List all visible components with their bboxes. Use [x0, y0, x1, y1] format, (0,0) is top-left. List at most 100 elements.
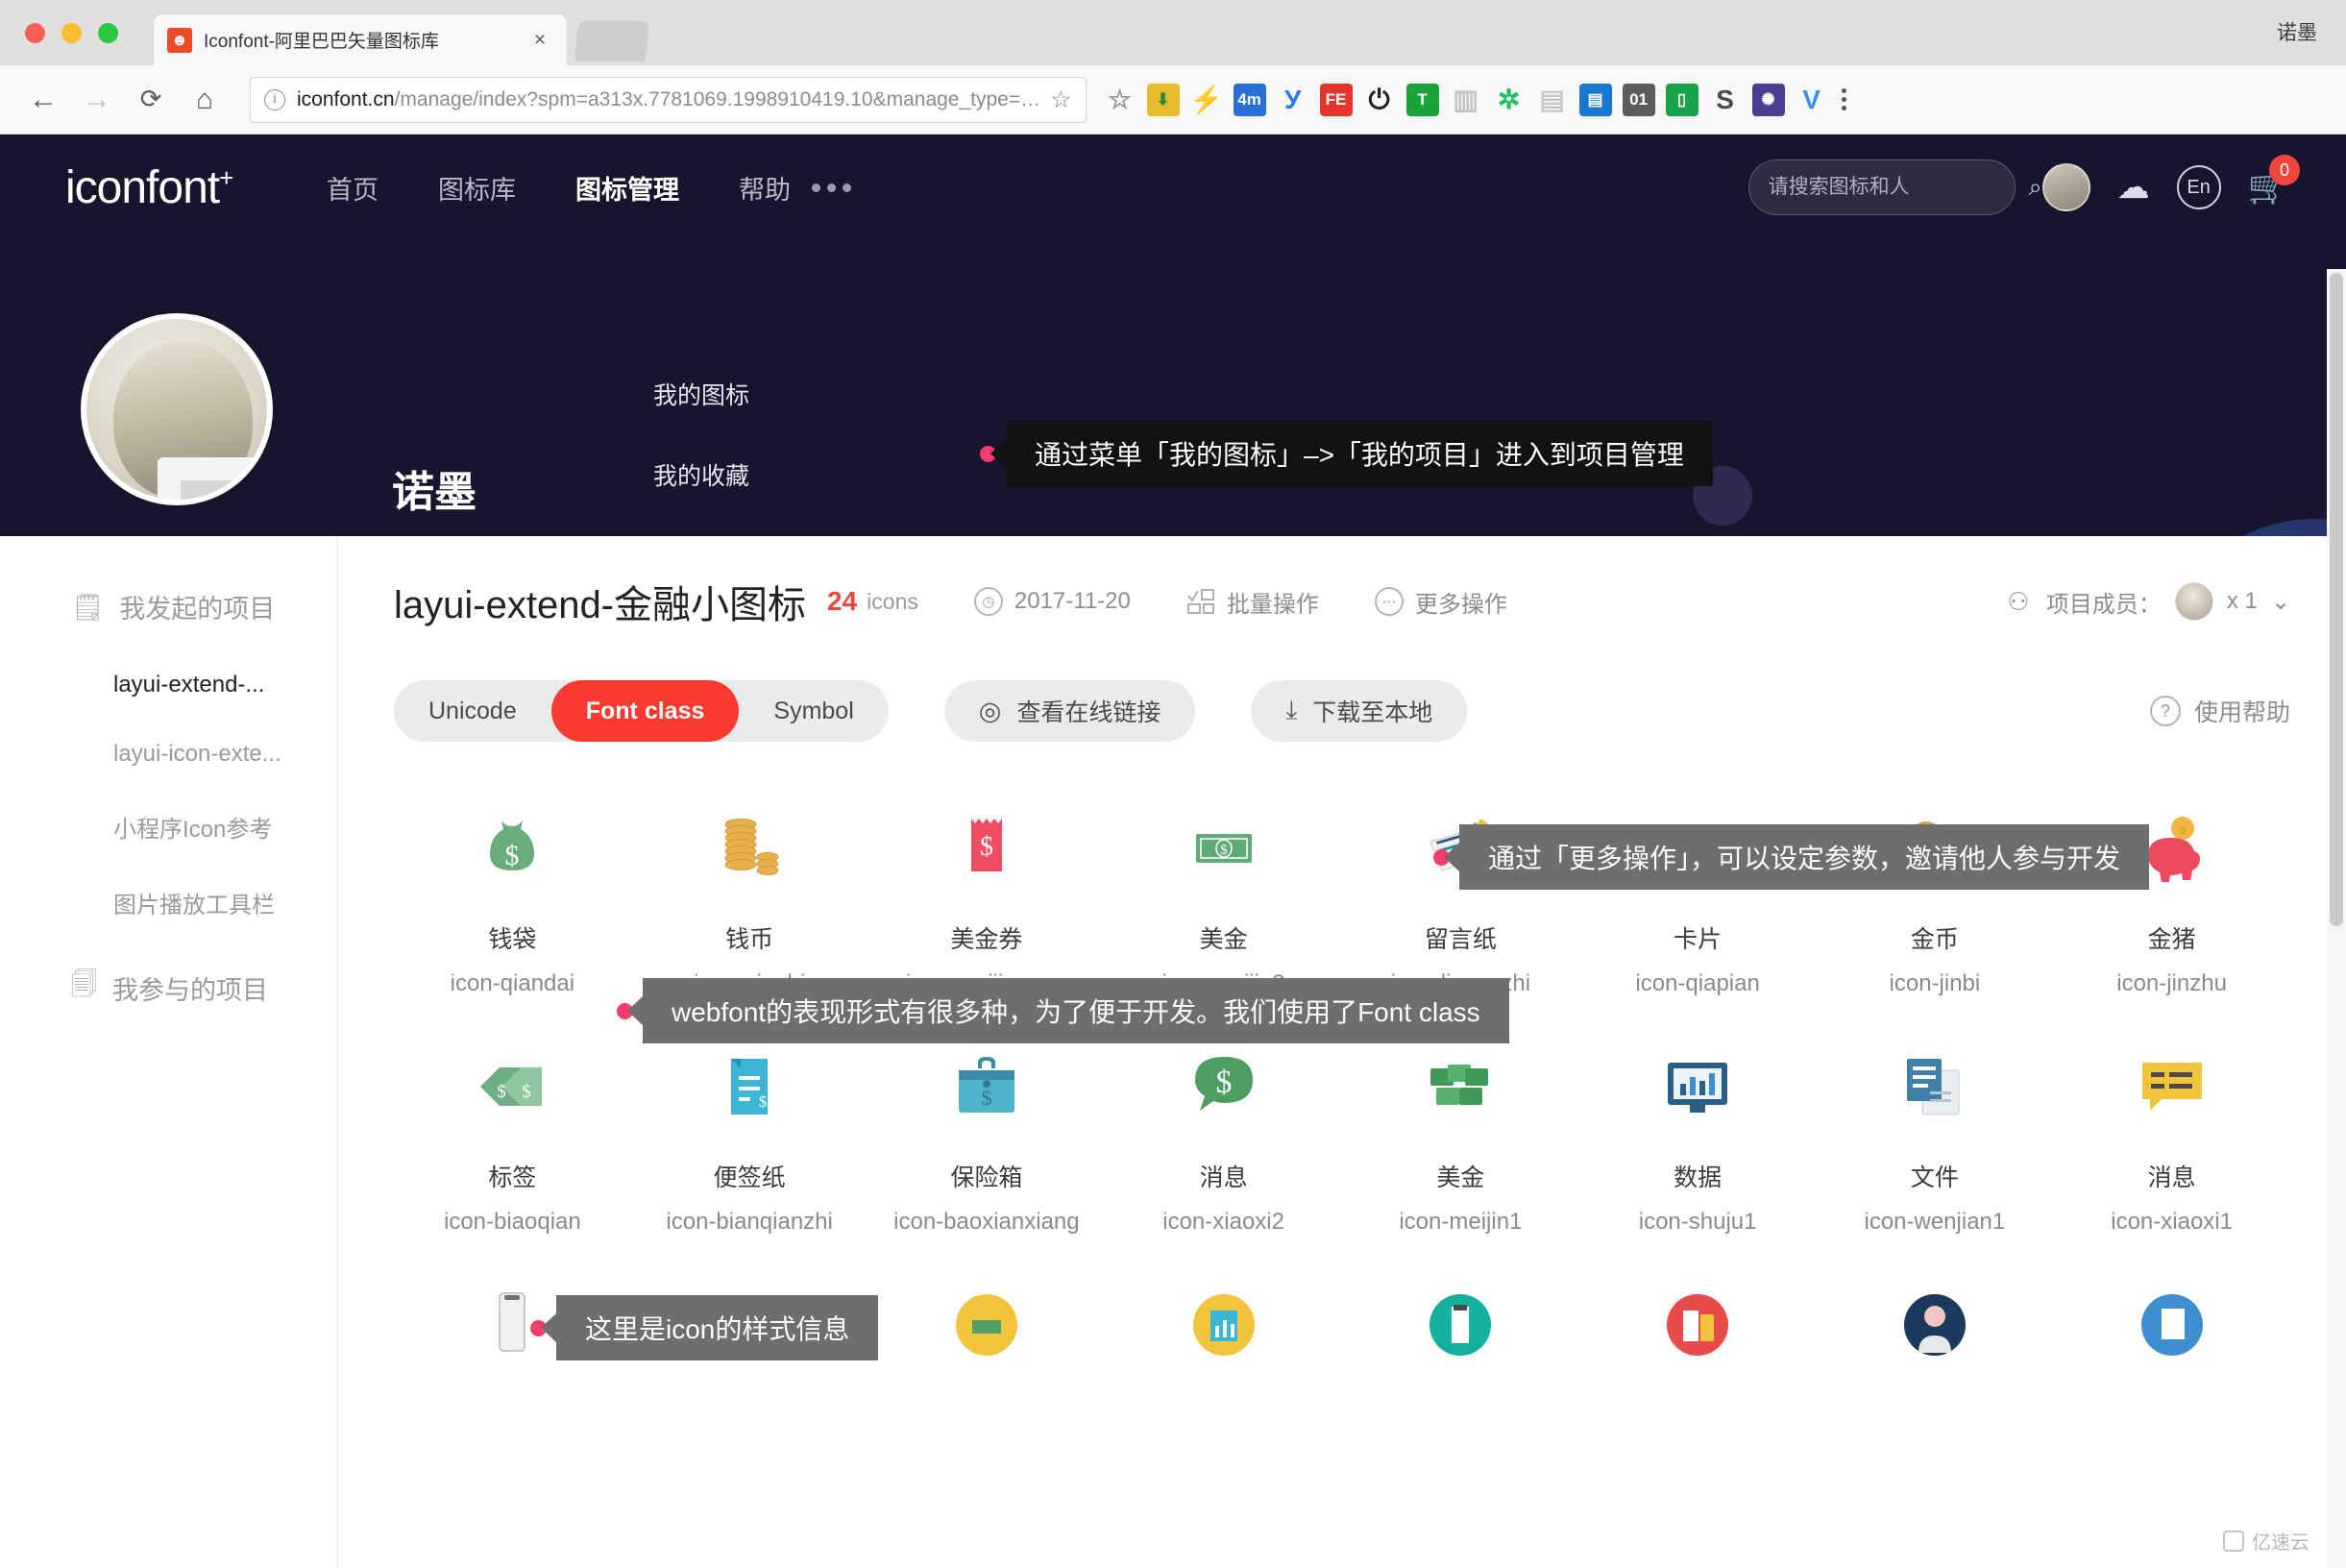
batch-operation-button[interactable]: 批量操作 — [1186, 585, 1319, 619]
fe-helper-icon[interactable]: FE — [1319, 83, 1353, 116]
cloud-upload-icon[interactable]: ☁ — [2117, 168, 2150, 207]
home-icon[interactable]: ⌂ — [183, 78, 227, 122]
green-screen-icon[interactable]: ▯ — [1665, 83, 1698, 116]
reload-icon[interactable]: ⟳ — [129, 78, 173, 122]
svg-text:$: $ — [505, 840, 520, 871]
power-icon[interactable]: ⏻ — [1363, 84, 1396, 116]
view-online-link-button[interactable]: ◎ 查看在线链接 — [943, 680, 1196, 742]
tooltip-more: 通过「更多操作」，可以设定参数，邀请他人参与开发 — [1433, 824, 2150, 890]
nav-item-1[interactable]: 图标库 — [438, 169, 516, 207]
icon-cell[interactable]: $ 钱袋 icon-qiandai — [394, 809, 631, 997]
new-tab-area[interactable] — [574, 21, 650, 61]
format-segmented-control: Unicode Font class Symbol — [394, 680, 889, 742]
purple-swirl-icon[interactable]: ✺ — [1751, 83, 1785, 116]
site-logo[interactable]: iconfont+ — [65, 161, 286, 214]
icon-class-name: icon-shuju1 — [1638, 1209, 1757, 1235]
yandex-icon[interactable]: У — [1277, 84, 1309, 116]
maximize-window-button[interactable] — [98, 23, 118, 43]
icon-cell[interactable]: $ 消息 icon-xiaoxi2 — [1105, 1047, 1342, 1236]
tampermonkey-icon[interactable]: T — [1405, 83, 1439, 116]
forward-icon[interactable]: → — [75, 78, 119, 122]
tooltip-webfont: webfont的表现形式有很多种，为了便于开发。我们使用了Font class — [617, 978, 1509, 1043]
batch-operation-label: 批量操作 — [1226, 591, 1319, 618]
language-toggle[interactable]: En — [2176, 165, 2221, 209]
project-members[interactable]: ⚇ 项目成员： x 1 ⌄ — [2004, 582, 2290, 621]
bookmark-star-icon[interactable]: ☆ — [1104, 84, 1136, 116]
minimize-window-button[interactable] — [61, 23, 82, 43]
page-scrollbar[interactable] — [2327, 269, 2346, 1568]
nav-item-2[interactable]: 图标管理 — [575, 169, 679, 207]
icon-cell[interactable] — [2053, 1286, 2290, 1412]
icon-cell[interactable]: $ $ 标签 icon-biaoqian — [394, 1047, 631, 1236]
icon-cell[interactable]: $美金券icon-meijinquan — [868, 809, 1106, 997]
icon-cell[interactable] — [1579, 1286, 1817, 1412]
icon-cell[interactable] — [1105, 1286, 1342, 1412]
bookmark-star-icon[interactable]: ☆ — [1050, 86, 1071, 114]
search-icon[interactable]: ⌕ — [2029, 174, 2042, 202]
site-search[interactable]: ⌕ — [1747, 159, 2042, 215]
lightning-icon[interactable]: ⚡ — [1190, 84, 1223, 116]
sidebar-item-0-2[interactable]: 小程序Icon参考 — [0, 789, 337, 865]
download-icon: ⤓ — [1285, 696, 1298, 724]
icon-count-unit: icons — [867, 588, 918, 614]
more-dots-icon[interactable] — [812, 183, 851, 192]
segment-0[interactable]: Unicode — [394, 680, 551, 742]
v-circle-icon[interactable]: V — [1796, 84, 1828, 116]
nav-dropdown: 我的图标我的收藏我的项目 — [653, 377, 749, 536]
blue-note-icon[interactable]: ▤ — [1578, 83, 1612, 116]
sidebar-item-0-3[interactable]: 图片播放工具栏 — [0, 865, 337, 941]
columns-icon[interactable]: ▥ — [1450, 84, 1482, 116]
site-info-icon[interactable]: i — [264, 88, 285, 110]
dropdown-item-0[interactable]: 我的图标 — [653, 377, 749, 411]
usage-help-link[interactable]: ? 使用帮助 — [2149, 694, 2290, 728]
segment-2[interactable]: Symbol — [739, 680, 888, 742]
icon-cell[interactable]: 美金 icon-meijin1 — [1342, 1047, 1579, 1236]
s-icon[interactable]: S — [1709, 84, 1742, 116]
url-text: iconfont.cn/manage/index?spm=a313x.77810… — [297, 88, 1040, 111]
segment-1[interactable]: Font class — [550, 680, 740, 742]
sidebar-item-0-1[interactable]: layui-icon-exte... — [0, 720, 337, 789]
safebox-icon: $ — [947, 1047, 1026, 1126]
icon-cell[interactable]: 文件 icon-wenjian1 — [1817, 1047, 2054, 1236]
icon-cell[interactable]: $美金icon-meijin2 — [1105, 809, 1342, 997]
address-bar[interactable]: i iconfont.cn/manage/index?spm=a313x.778… — [250, 76, 1087, 123]
scrollbar-thumb[interactable] — [2330, 273, 2343, 926]
avatar[interactable] — [2041, 163, 2090, 211]
icon-cell[interactable]: 钱币icon-qianbi — [631, 809, 868, 997]
icon-class-name: icon-wenjian1 — [1864, 1209, 2006, 1235]
icon-cell[interactable]: 数据 icon-shuju1 — [1579, 1047, 1817, 1236]
puzzle-icon[interactable]: ✲ — [1493, 84, 1526, 116]
icon-cell[interactable] — [868, 1286, 1106, 1412]
binary-icon[interactable]: 01 — [1622, 83, 1655, 116]
nav-item-3[interactable]: 帮助 — [739, 169, 791, 207]
cart-button[interactable]: 🛒 0 — [2248, 155, 2300, 207]
cashstack-icon — [1421, 1047, 1500, 1126]
browser-tab[interactable]: ☻ Iconfont-阿里巴巴矢量图标库 × — [154, 14, 567, 65]
close-window-button[interactable] — [25, 23, 45, 43]
download-chrome-icon[interactable]: ⬇ — [1146, 83, 1180, 116]
tooltip-style: 这里是icon的样式信息 — [530, 1295, 879, 1360]
icon-cell[interactable] — [1817, 1286, 2054, 1412]
back-icon[interactable]: ← — [21, 78, 65, 122]
browser-menu-icon[interactable] — [1841, 88, 1846, 110]
icon-label: 卡片 — [1674, 926, 1723, 953]
search-input[interactable] — [1768, 176, 2029, 199]
dropdown-item-1[interactable]: 我的收藏 — [653, 457, 749, 492]
window-controls[interactable] — [25, 23, 118, 43]
nav-item-0[interactable]: 首页 — [327, 169, 379, 207]
4m-marker-icon[interactable]: 4m — [1233, 83, 1266, 116]
chevron-down-icon[interactable]: ⌄ — [2271, 588, 2290, 616]
download-local-button[interactable]: ⤓ 下载至本地 — [1251, 680, 1468, 742]
icon-cell[interactable]: 消息 icon-xiaoxi1 — [2053, 1047, 2290, 1236]
icon-class-name: icon-jinbi — [1889, 970, 1981, 996]
icon-label: 钱袋 — [488, 926, 537, 953]
qr-gray-icon[interactable]: ▤ — [1536, 84, 1569, 116]
icon-cell[interactable]: $ 便签纸 icon-bianqianzhi — [631, 1047, 868, 1236]
icon-cell[interactable] — [1342, 1286, 1579, 1412]
view-online-label: 查看在线链接 — [1016, 699, 1161, 726]
sidebar-item-0-0[interactable]: layui-extend-... — [0, 650, 337, 720]
profile-avatar[interactable] — [81, 313, 273, 505]
close-icon[interactable]: × — [526, 29, 553, 52]
icon-cell[interactable]: $ 保险箱 icon-baoxianxiang — [868, 1047, 1106, 1236]
more-operation-button[interactable]: ⋯ 更多操作 — [1374, 585, 1507, 619]
